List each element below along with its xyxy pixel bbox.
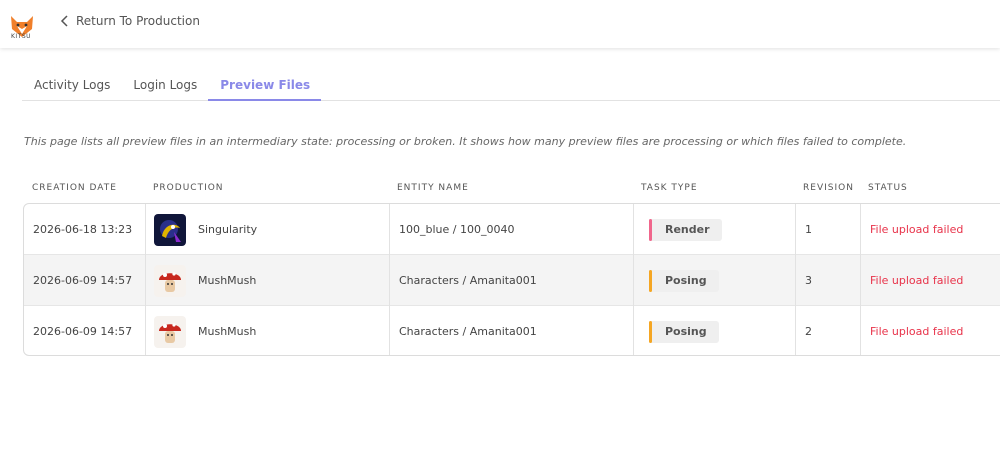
revision: 2: [805, 325, 812, 338]
entity-name[interactable]: Characters / Amanita001: [399, 306, 537, 355]
preview-files-table: 2026-06-18 13:23 Singularity 100_blue / …: [23, 203, 1000, 356]
return-label: Return To Production: [76, 14, 200, 28]
entity-name[interactable]: Characters / Amanita001: [399, 255, 537, 306]
task-type-cell: Render: [649, 204, 722, 255]
logo-text: KITSU: [11, 33, 32, 40]
creation-date: 2026-06-09 14:57: [33, 325, 133, 338]
entity-name[interactable]: 100_blue / 100_0040: [399, 204, 514, 255]
production-cell: Singularity: [154, 204, 257, 255]
production-cell: MushMush: [154, 306, 257, 355]
task-type-label: Posing: [665, 325, 707, 338]
production-cell: MushMush: [154, 255, 256, 306]
production-name: Singularity: [198, 223, 258, 236]
singularity-icon: [154, 213, 186, 246]
top-bar: KITSU Return To Production: [0, 0, 1000, 48]
revision: 1: [805, 223, 812, 236]
status-text: File upload failed: [870, 223, 964, 236]
tab-activity-logs[interactable]: Activity Logs: [22, 72, 121, 101]
task-type-cell: Posing: [649, 306, 719, 355]
mushroom-icon: [154, 315, 186, 348]
table-header: CREATION DATE PRODUCTION ENTITY NAME TAS…: [24, 183, 1000, 197]
task-type-label: Posing: [665, 274, 707, 287]
tab-login-logs[interactable]: Login Logs: [121, 72, 208, 101]
task-type-badge[interactable]: Posing: [649, 320, 719, 343]
tab-preview-files[interactable]: Preview Files: [208, 72, 322, 101]
column-production: PRODUCTION: [153, 183, 224, 193]
production-name: MushMush: [198, 274, 257, 287]
mushroom-icon: [154, 264, 186, 297]
page-description: This page lists all preview files in an …: [24, 135, 907, 148]
chevron-left-icon: [60, 15, 68, 27]
production-name: MushMush: [198, 325, 257, 338]
column-revision: REVISION: [803, 183, 854, 193]
creation-date: 2026-06-09 14:57: [33, 274, 133, 287]
table-row[interactable]: 2026-06-09 14:57 MushMush Characters / A…: [24, 306, 1000, 355]
task-type-badge[interactable]: Render: [649, 218, 722, 241]
column-status: STATUS: [868, 183, 908, 193]
creation-date: 2026-06-18 13:23: [33, 223, 133, 236]
task-type-badge[interactable]: Posing: [649, 269, 719, 292]
task-type-cell: Posing: [649, 255, 719, 306]
column-creation-date: CREATION DATE: [32, 183, 117, 193]
column-task-type: TASK TYPE: [641, 183, 698, 193]
status-text: File upload failed: [870, 325, 964, 338]
table-row[interactable]: 2026-06-09 14:57 MushMush Characters / A…: [24, 255, 1000, 306]
status-text: File upload failed: [870, 274, 964, 287]
column-entity-name: ENTITY NAME: [397, 183, 469, 193]
logs-tabs: Activity Logs Login Logs Preview Files: [22, 72, 1000, 101]
revision: 3: [805, 274, 812, 287]
table-row[interactable]: 2026-06-18 13:23 Singularity 100_blue / …: [24, 204, 1000, 255]
return-to-production-link[interactable]: Return To Production: [60, 14, 200, 28]
task-type-label: Render: [665, 223, 710, 236]
